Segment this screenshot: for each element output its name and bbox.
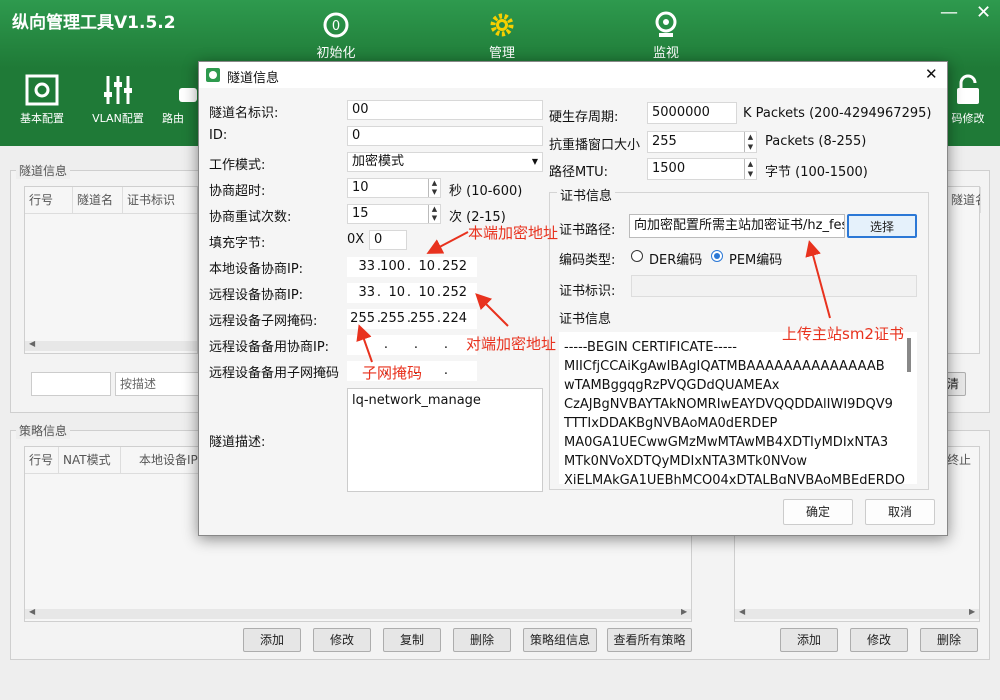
annotation-upload-cert: 上传主站sm2证书 (782, 325, 904, 343)
annotation-local-address: 本端加密地址 (468, 224, 559, 242)
annotation-remote-address: 对端加密地址 (466, 335, 557, 353)
annotation-subnet-mask: 子网掩码 (362, 364, 423, 382)
